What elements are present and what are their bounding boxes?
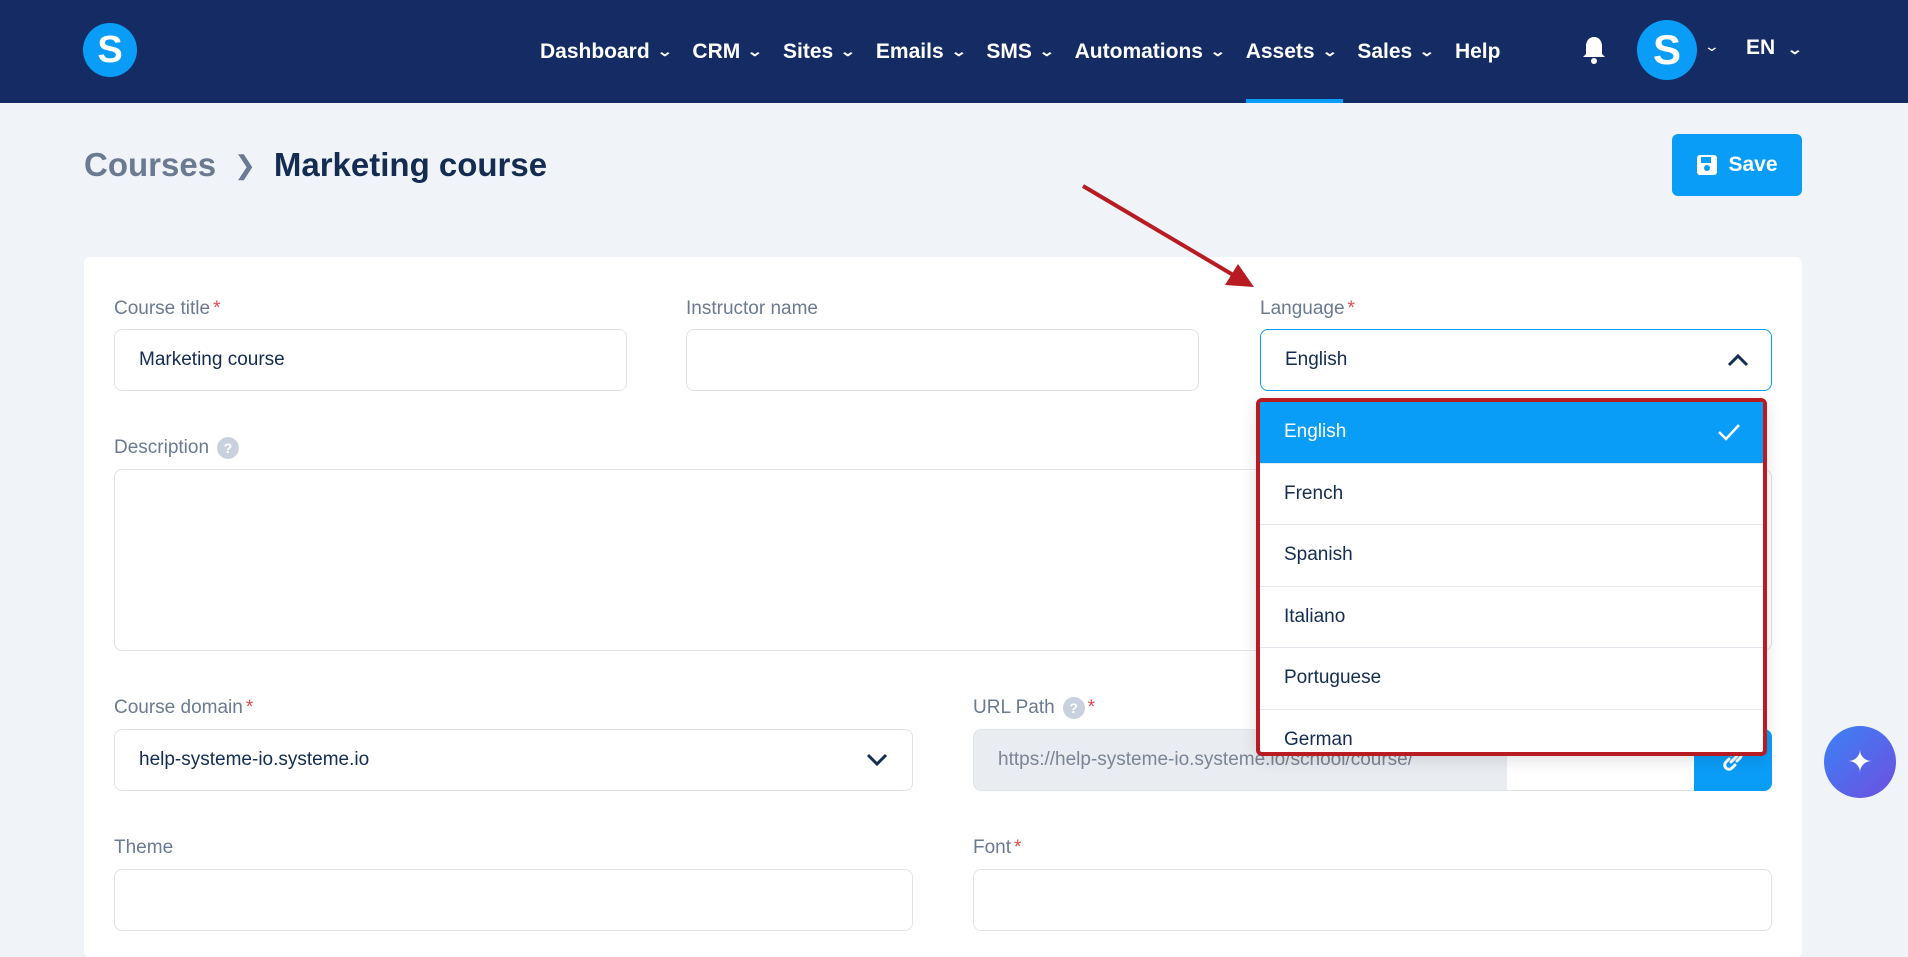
chevron-down-icon: ⌄	[839, 43, 857, 59]
nav-item-dashboard[interactable]: Dashboard ⌄	[540, 0, 673, 103]
option-label: Italiano	[1284, 605, 1346, 627]
save-icon	[1697, 155, 1718, 175]
nav-item-automations[interactable]: Automations ⌄	[1074, 0, 1227, 103]
breadcrumb-courses-link[interactable]: Courses	[84, 146, 216, 184]
language-option-french[interactable]: French	[1260, 464, 1763, 525]
nav-item-sms[interactable]: SMS ⌄	[986, 0, 1055, 103]
option-label: French	[1284, 482, 1344, 504]
font-label: Font *	[973, 837, 1022, 858]
option-label: German	[1284, 728, 1353, 750]
theme-select[interactable]	[114, 869, 913, 931]
nav-item-help[interactable]: Help	[1455, 0, 1501, 103]
language-switcher[interactable]: EN ⌄	[1746, 36, 1804, 60]
bell-icon[interactable]	[1582, 36, 1606, 64]
user-avatar[interactable]: S	[1637, 20, 1697, 80]
option-label: Portuguese	[1284, 667, 1382, 689]
help-icon[interactable]: ?	[217, 437, 240, 459]
chevron-down-icon	[866, 753, 888, 767]
language-value: English	[1285, 349, 1348, 370]
language-option-portuguese[interactable]: Portuguese	[1260, 648, 1763, 710]
domain-value: help-systeme-io.systeme.io	[139, 749, 370, 770]
chevron-down-icon: ⌄	[950, 43, 967, 59]
nav-item-label: Dashboard	[540, 39, 650, 63]
nav-item-emails[interactable]: Emails ⌄	[875, 0, 967, 103]
language-select[interactable]: English	[1260, 329, 1772, 391]
nav-item-label: Help	[1454, 39, 1501, 63]
chevron-right-icon: ❯	[234, 149, 256, 180]
language-option-italiano[interactable]: Italiano	[1260, 587, 1763, 648]
instructor-label: Instructor name	[686, 298, 818, 319]
nav-item-label: SMS	[986, 39, 1032, 63]
language-code: EN	[1746, 36, 1776, 59]
logo[interactable]: S	[83, 23, 137, 77]
nav-item-label: Sales	[1357, 39, 1413, 63]
nav-item-label: Automations	[1074, 39, 1203, 63]
option-label: Spanish	[1284, 544, 1353, 566]
language-label: Language *	[1260, 298, 1355, 319]
course-title-label: Course title *	[114, 298, 221, 319]
font-select[interactable]	[973, 869, 1772, 931]
nav-item-label: Assets	[1245, 39, 1315, 63]
description-label: Description?	[114, 437, 240, 459]
theme-label: Theme	[114, 837, 174, 858]
nav-item-sales[interactable]: Sales ⌄	[1357, 0, 1436, 103]
chevron-down-icon: ⌄	[1209, 43, 1227, 59]
nav-item-label: Emails	[875, 39, 944, 63]
save-label: Save	[1728, 153, 1778, 176]
language-option-spanish[interactable]: Spanish	[1260, 525, 1763, 587]
nav-item-assets[interactable]: Assets ⌄	[1245, 0, 1343, 103]
option-label: English	[1284, 421, 1347, 443]
breadcrumb: Courses ❯ Marketing course	[84, 146, 547, 184]
nav-item-sites[interactable]: Sites ⌄	[782, 0, 857, 103]
chevron-down-icon: ⌄	[1786, 41, 1804, 57]
course-domain-select[interactable]: help-systeme-io.systeme.io	[114, 729, 913, 791]
language-option-german[interactable]: German	[1260, 710, 1763, 753]
ai-assistant-button[interactable]: ✦	[1824, 726, 1896, 798]
course-title-input[interactable]: Marketing course	[114, 329, 627, 391]
chevron-down-icon: ⌄	[1038, 43, 1055, 59]
chevron-down-icon: ⌄	[656, 43, 673, 59]
language-option-english[interactable]: English	[1260, 402, 1763, 464]
chevron-down-icon[interactable]: ⌄	[1704, 38, 1720, 55]
chevron-up-icon	[1727, 353, 1749, 367]
chevron-down-icon: ⌄	[746, 43, 764, 59]
course-domain-label: Course domain *	[114, 697, 254, 718]
chevron-down-icon: ⌄	[1321, 43, 1338, 59]
instructor-input[interactable]	[686, 329, 1199, 391]
url-path-label: URL Path? *	[973, 697, 1096, 719]
top-nav: S Dashboard ⌄ CRM ⌄ Sites ⌄ Emails ⌄ SMS ⌄ Automat…	[0, 0, 1908, 103]
save-button[interactable]: Save	[1672, 134, 1802, 196]
nav-item-crm[interactable]: CRM ⌄	[692, 0, 764, 103]
help-icon[interactable]: ?	[1062, 697, 1085, 719]
check-icon	[1718, 424, 1740, 442]
nav-item-label: CRM	[692, 39, 741, 63]
main-menu: Dashboard ⌄ CRM ⌄ Sites ⌄ Emails ⌄ SMS ⌄ Automatio…	[540, 0, 1522, 103]
nav-item-label: Sites	[782, 39, 834, 63]
language-dropdown: English French Spanish Italiano Portuguese Ge…	[1256, 398, 1767, 756]
sparkle-icon: ✦	[1847, 745, 1873, 779]
page-title: Marketing course	[273, 146, 548, 183]
chevron-down-icon: ⌄	[1418, 43, 1436, 59]
